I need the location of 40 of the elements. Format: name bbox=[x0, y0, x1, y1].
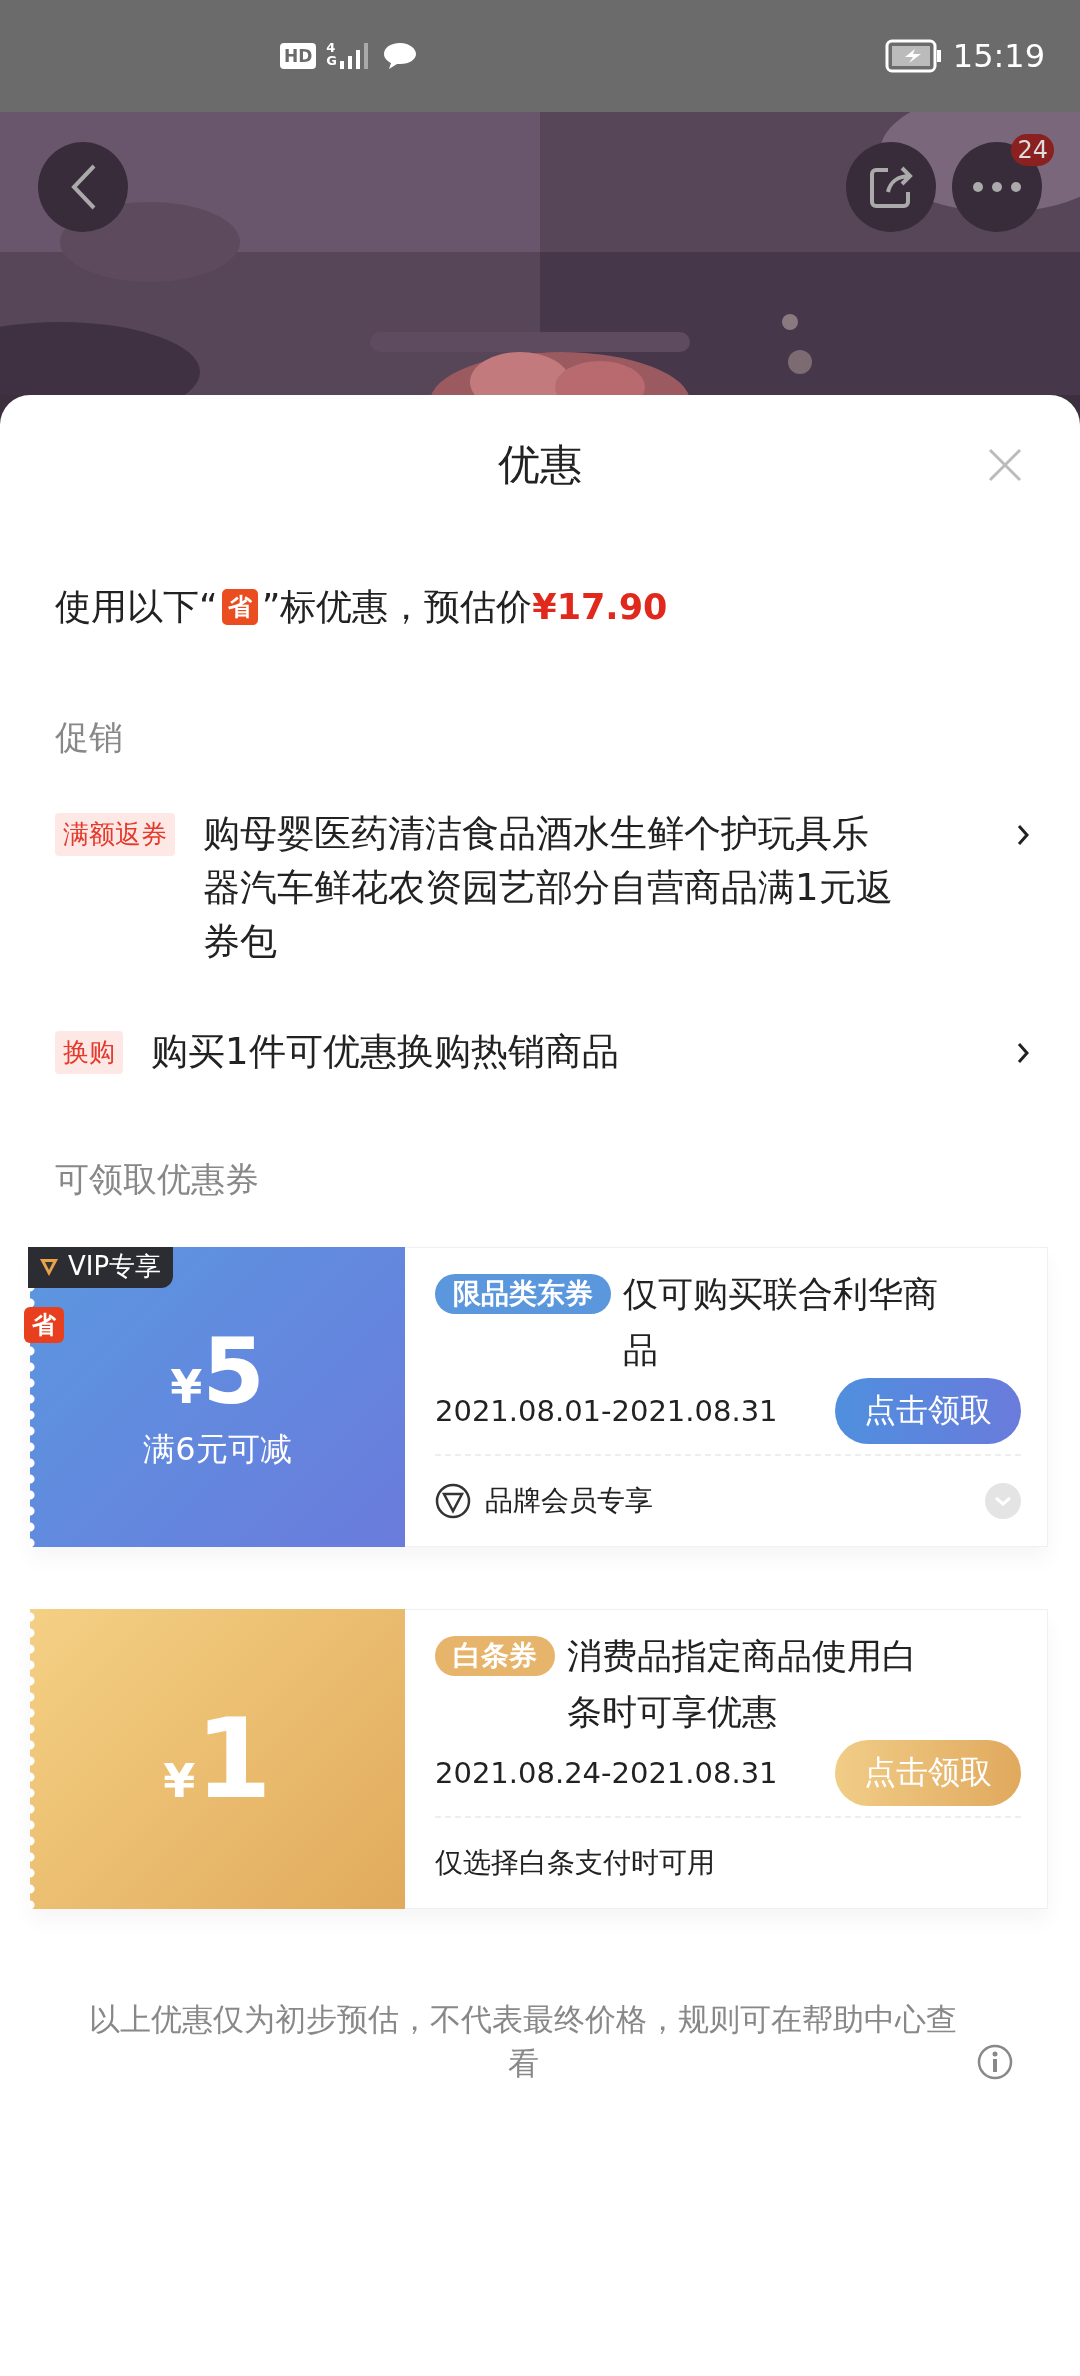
promo-text: 购母婴医药清洁食品酒水生鲜个护玩具乐器汽车鲜花农资园艺部分自营商品满1元返券包 bbox=[203, 811, 893, 965]
battery-icon bbox=[884, 39, 943, 73]
coupon-amount: 1 bbox=[195, 1699, 272, 1819]
coupon-note: 仅选择白条支付时可用 bbox=[435, 1845, 716, 1881]
currency-symbol: ¥ bbox=[163, 1754, 196, 1808]
clock-time: 15:19 bbox=[952, 37, 1045, 75]
vip-text: VIP专享 bbox=[68, 1250, 162, 1283]
promo-tag: 换购 bbox=[55, 1031, 123, 1074]
save-badge: 省 bbox=[24, 1307, 64, 1343]
coupon-tag: 限品类东券 bbox=[435, 1274, 611, 1314]
estimate-text: ”标优惠，预估价 bbox=[261, 584, 533, 629]
coupon-tag: 白条券 bbox=[435, 1636, 555, 1676]
save-badge: 省 bbox=[221, 589, 258, 625]
message-icon bbox=[382, 41, 419, 71]
price-text: ¥17.90 bbox=[532, 587, 668, 627]
promotion-row[interactable]: 换购 购买1件可优惠换购热销商品 bbox=[0, 1025, 1080, 1079]
coupon-dates: 2021.08.24-2021.08.31 bbox=[435, 1756, 778, 1790]
promotion-row[interactable]: 满额返券 购母婴医药清洁食品酒水生鲜个护玩具乐器汽车鲜花农资园艺部分自营商品满1元返券包 bbox=[0, 807, 1080, 969]
coupon-note: 品牌会员专享 bbox=[485, 1483, 654, 1519]
estimate-text: 使用以下“ bbox=[55, 584, 218, 629]
currency-symbol: ¥ bbox=[170, 1360, 203, 1414]
coupon-dates: 2021.08.01-2021.08.31 bbox=[435, 1394, 778, 1428]
disclaimer-text: 以上优惠仅为初步预估，不代表最终价格，规则可在帮助中心查看 bbox=[88, 2000, 958, 2083]
section-heading: 可领取优惠券 bbox=[54, 1158, 260, 1201]
promo-tag: 满额返券 bbox=[55, 813, 175, 856]
chevron-icon bbox=[1016, 823, 1030, 847]
coupon-amount: 5 bbox=[202, 1322, 265, 1422]
member-icon bbox=[435, 1483, 471, 1519]
claim-button[interactable]: 点击领取 bbox=[835, 1378, 1021, 1444]
promo-text: 购买1件可优惠换购热销商品 bbox=[151, 1029, 620, 1075]
coupon-title: 消费品指定商品使用白条时可享优惠 bbox=[567, 1635, 918, 1734]
network-label: 4G bbox=[326, 41, 338, 67]
section-heading: 促销 bbox=[54, 716, 124, 759]
info-icon[interactable] bbox=[976, 2043, 1014, 2081]
sheet-title: 优惠 bbox=[498, 439, 582, 491]
hd-badge: HD bbox=[280, 43, 317, 69]
more-icon bbox=[972, 181, 1022, 193]
coupon-title: 仅可购买联合利华商品 bbox=[623, 1273, 939, 1372]
chevron-icon bbox=[1016, 1041, 1030, 1065]
coupon-condition: 满6元可减 bbox=[143, 1429, 292, 1470]
